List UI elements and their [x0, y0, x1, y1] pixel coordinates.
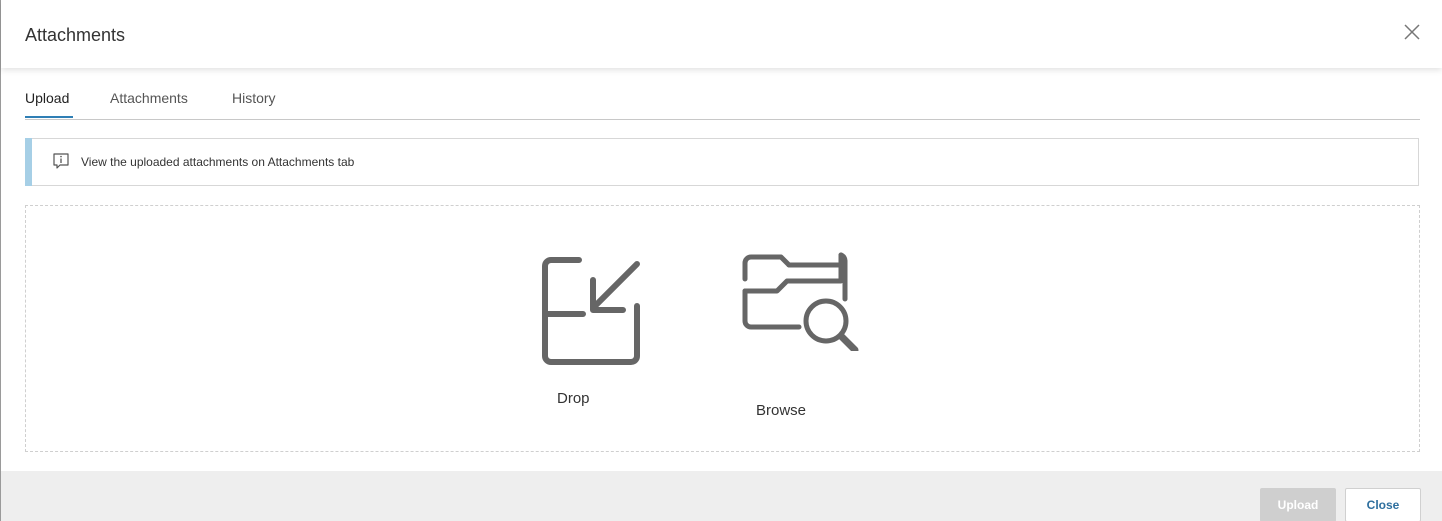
drop-arrow-icon [542, 257, 640, 365]
tab-attachments[interactable]: Attachments [110, 89, 188, 107]
browse-area[interactable] [741, 251, 871, 421]
info-banner-accent [25, 138, 32, 186]
active-tab-indicator [25, 116, 73, 118]
info-banner: View the uploaded attachments on Attachm… [25, 138, 1419, 186]
upload-dropzone[interactable]: Drop Browse [25, 205, 1420, 452]
tab-bar: Upload Attachments History [25, 86, 1420, 120]
attachments-dialog: Attachments Upload Attachments History V… [0, 0, 1442, 521]
folder-search-icon [742, 252, 859, 351]
info-icon [52, 152, 70, 170]
drop-label: Drop [557, 390, 590, 407]
dialog-header: Attachments [1, 0, 1442, 68]
info-message: View the uploaded attachments on Attachm… [81, 155, 355, 169]
close-button[interactable]: Close [1345, 488, 1421, 521]
tab-history[interactable]: History [232, 89, 276, 107]
upload-button[interactable]: Upload [1260, 488, 1336, 521]
close-icon[interactable] [1402, 22, 1422, 42]
tab-upload[interactable]: Upload [25, 89, 69, 107]
dialog-footer: Upload Close [1, 471, 1442, 521]
browse-label: Browse [756, 402, 807, 419]
dialog-title: Attachments [25, 25, 126, 45]
